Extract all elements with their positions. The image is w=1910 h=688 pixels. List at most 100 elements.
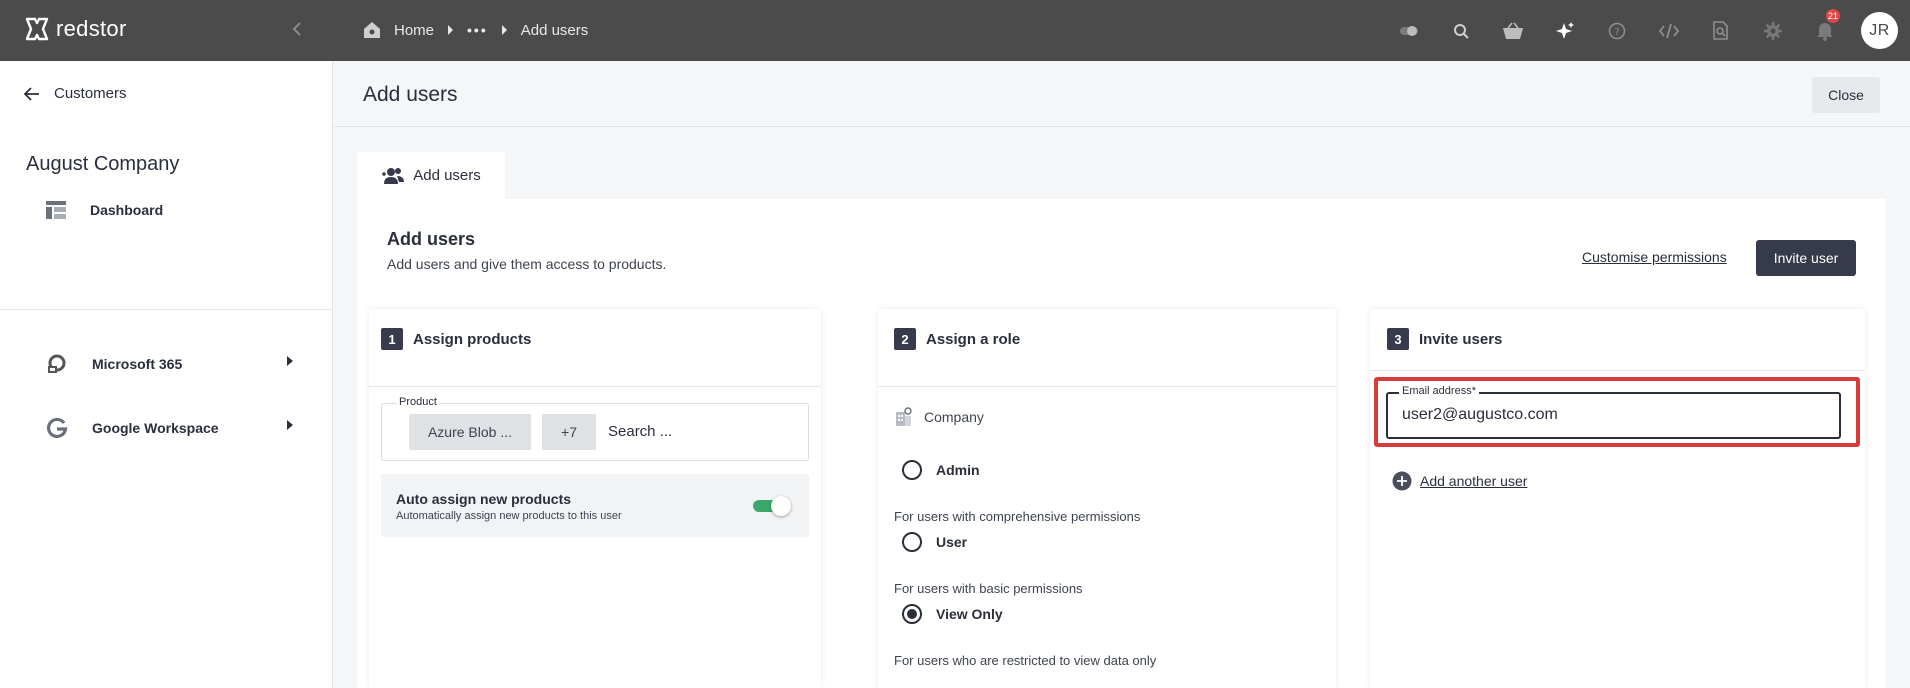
arrow-left-icon xyxy=(24,86,39,101)
code-icon xyxy=(1658,23,1680,38)
radio-button[interactable] xyxy=(902,460,922,480)
auto-assign-description: Automatically assign new products to thi… xyxy=(396,510,622,522)
step-title: Invite users xyxy=(1419,330,1503,348)
add-users-icon xyxy=(382,167,405,184)
role-description: For users with basic permissions xyxy=(894,581,1083,596)
breadcrumb-separator-icon xyxy=(501,25,507,35)
role-option-view-only[interactable]: View Only xyxy=(902,604,1003,624)
page-title: Add users xyxy=(363,83,458,106)
back-to-customers-link[interactable]: Customers xyxy=(24,85,127,102)
brand-name: redstor xyxy=(56,16,127,41)
svg-text:?: ? xyxy=(1614,27,1619,38)
invite-user-button[interactable]: Invite user xyxy=(1756,240,1856,276)
basket-icon xyxy=(1503,22,1523,39)
email-input[interactable] xyxy=(1402,406,1822,424)
bell-icon xyxy=(1817,22,1833,41)
breadcrumb-ellipsis[interactable]: ••• xyxy=(467,22,488,38)
panel-divider xyxy=(1370,370,1865,371)
microsoft-365-icon xyxy=(48,354,66,373)
sidebar-item-dashboard[interactable]: Dashboard xyxy=(46,201,163,219)
home-icon[interactable] xyxy=(362,20,382,40)
top-bar: redstor Home ••• Add users ? 21 JR xyxy=(0,0,1910,61)
product-selector[interactable]: Product Azure Blob ... +7 Search ... xyxy=(381,396,809,461)
step-number: 1 xyxy=(381,328,403,350)
card-subtitle: Add users and give them access to produc… xyxy=(387,256,667,272)
step-number: 3 xyxy=(1387,328,1409,350)
breadcrumb: Home ••• Add users xyxy=(362,20,588,40)
radio-button[interactable] xyxy=(902,532,922,552)
toggle-icon xyxy=(1400,25,1418,36)
company-building-icon xyxy=(896,407,912,426)
collapse-sidebar-button[interactable] xyxy=(286,18,308,40)
step-number: 2 xyxy=(894,328,916,350)
step-title: Assign products xyxy=(413,330,532,348)
product-label: Product xyxy=(397,396,439,408)
brand-logo[interactable]: redstor xyxy=(24,16,127,42)
settings-button[interactable] xyxy=(1747,0,1799,61)
step-header: 3 Invite users xyxy=(1387,328,1502,350)
search-icon xyxy=(1454,23,1469,39)
breadcrumb-current: Add users xyxy=(520,21,589,39)
add-another-label: Add another user xyxy=(1420,473,1528,489)
radio-button-selected[interactable] xyxy=(902,604,922,624)
toolbar-icons: ? 21 JR xyxy=(1383,0,1910,61)
sidebar-item-google-workspace[interactable]: Google Workspace xyxy=(46,417,219,439)
developer-button[interactable] xyxy=(1643,0,1695,61)
role-scope: Company xyxy=(894,407,984,427)
product-chip[interactable]: Azure Blob ... xyxy=(409,414,531,450)
email-field[interactable]: Email address* xyxy=(1386,385,1841,439)
role-description: For users who are restricted to view dat… xyxy=(894,653,1157,668)
sidebar-divider xyxy=(0,309,333,310)
sidebar: Customers August Company Dashboard Micro… xyxy=(0,61,333,688)
customise-permissions-link[interactable]: Customise permissions xyxy=(1582,249,1727,265)
breadcrumb-home[interactable]: Home xyxy=(394,22,434,39)
invite-users-panel: 3 Invite users Email address* Add anothe… xyxy=(1370,309,1865,688)
panel-divider xyxy=(878,386,1336,387)
dashboard-icon xyxy=(46,201,66,219)
sparkle-icon xyxy=(1556,21,1574,39)
step-header: 1 Assign products xyxy=(381,328,531,350)
google-icon xyxy=(46,417,68,439)
role-option-user[interactable]: User xyxy=(902,532,967,552)
product-search-input[interactable]: Search ... xyxy=(608,423,672,440)
breadcrumb-separator-icon xyxy=(448,25,454,35)
email-label: Email address* xyxy=(1399,385,1479,397)
card-title: Add users xyxy=(387,229,476,249)
basket-button[interactable] xyxy=(1487,0,1539,61)
sidebar-item-label: Dashboard xyxy=(90,202,164,218)
help-button[interactable]: ? xyxy=(1591,0,1643,61)
add-another-user-link[interactable]: Add another user xyxy=(1392,471,1527,491)
document-search-button[interactable] xyxy=(1695,0,1747,61)
more-products-chip[interactable]: +7 xyxy=(542,414,596,450)
auto-assign-toggle[interactable] xyxy=(753,496,791,516)
auto-assign-section: Auto assign new products Automatically a… xyxy=(381,474,809,537)
sidebar-item-microsoft-365[interactable]: Microsoft 365 xyxy=(46,353,182,375)
search-button[interactable] xyxy=(1435,0,1487,61)
gear-icon xyxy=(1764,21,1782,40)
auto-assign-title: Auto assign new products xyxy=(396,491,572,507)
ai-assistant-button[interactable] xyxy=(1539,0,1591,61)
tab-label: Add users xyxy=(413,167,481,184)
role-option-admin[interactable]: Admin xyxy=(902,460,980,480)
expand-google-workspace-icon[interactable] xyxy=(287,420,293,430)
theme-toggle-button[interactable] xyxy=(1383,0,1435,61)
role-label: User xyxy=(936,534,968,550)
sidebar-item-label: Google Workspace xyxy=(92,420,219,436)
panel-divider xyxy=(369,386,821,387)
back-label: Customers xyxy=(54,85,127,102)
role-description: For users with comprehensive permissions xyxy=(894,509,1141,524)
help-icon: ? xyxy=(1608,22,1626,39)
step-title: Assign a role xyxy=(926,330,1021,348)
user-avatar[interactable]: JR xyxy=(1861,12,1898,49)
role-scope-label: Company xyxy=(924,409,984,425)
notifications-button[interactable]: 21 xyxy=(1799,0,1851,61)
document-search-icon xyxy=(1713,20,1728,40)
notification-count-badge: 21 xyxy=(1825,9,1840,23)
company-name: August Company xyxy=(26,153,180,175)
expand-microsoft-365-icon[interactable] xyxy=(287,356,293,366)
role-label: View Only xyxy=(936,606,1003,622)
sidebar-item-label: Microsoft 365 xyxy=(92,356,183,372)
tab-add-users[interactable]: Add users xyxy=(357,152,505,199)
close-button[interactable]: Close xyxy=(1812,77,1880,113)
add-users-card: Add users Add users and give them access… xyxy=(357,199,1885,688)
